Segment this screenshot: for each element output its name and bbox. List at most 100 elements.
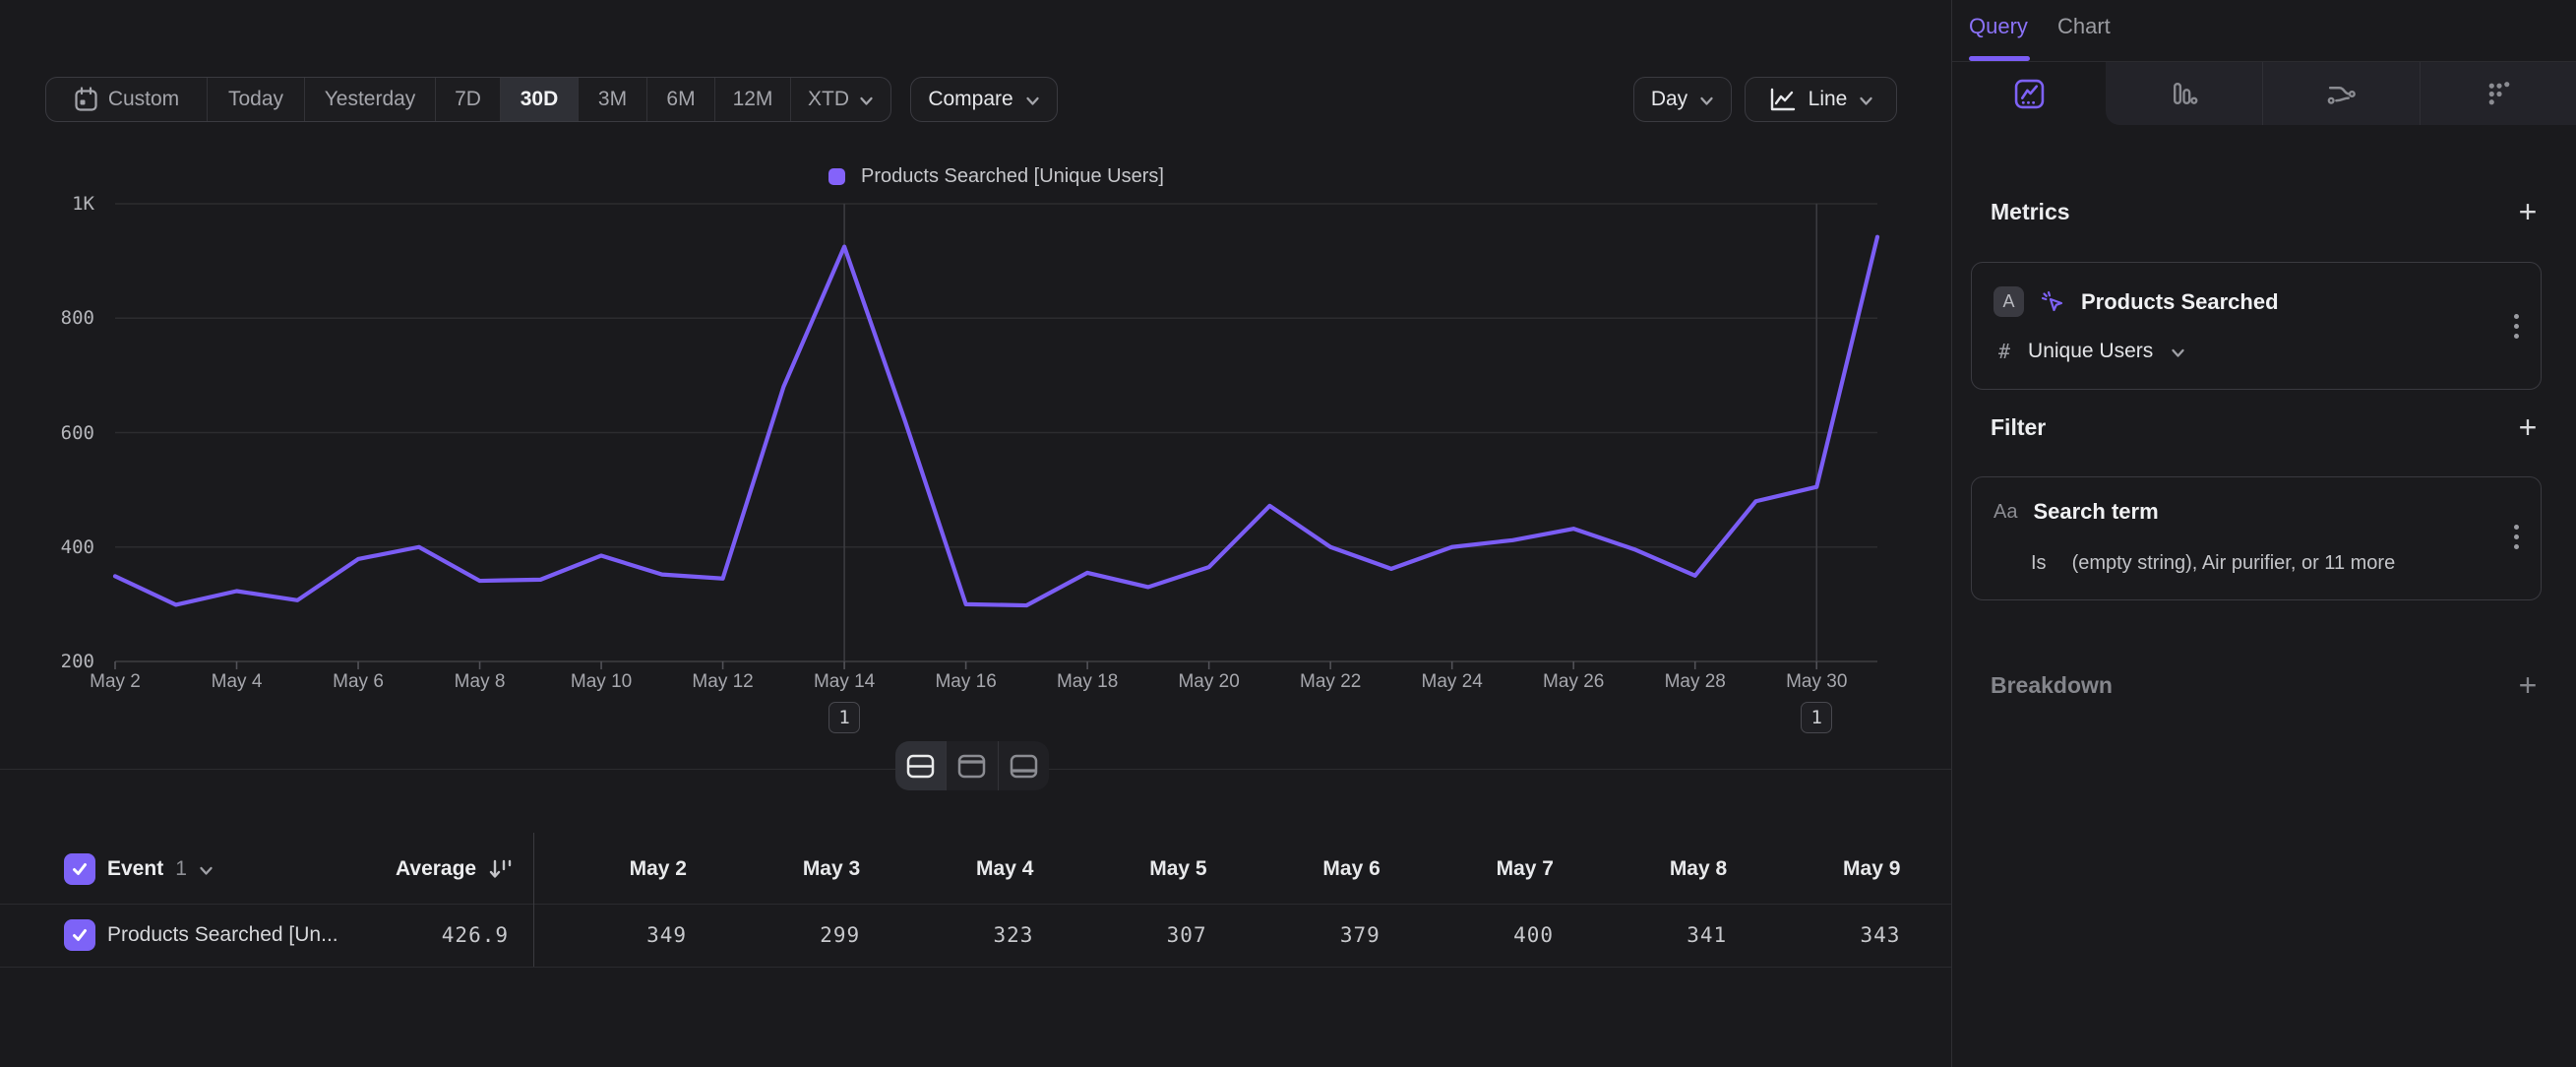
annotation-badge[interactable]: 1 bbox=[828, 702, 860, 733]
metric-card[interactable]: A Products Searched # Unique Users bbox=[1971, 262, 2542, 390]
y-axis-tick-label: 600 bbox=[35, 422, 94, 444]
row-name[interactable]: Products Searched [Un... bbox=[107, 904, 338, 967]
filter-menu-kebab-icon[interactable] bbox=[2514, 525, 2519, 549]
insights-line-chart-icon bbox=[2014, 79, 2045, 109]
y-axis-tick-label: 1K bbox=[35, 193, 94, 215]
calendar-icon bbox=[74, 87, 98, 112]
check-icon bbox=[70, 925, 90, 945]
date-range-12m[interactable]: 12M bbox=[715, 78, 791, 121]
filter-value[interactable]: (empty string), Air purifier, or 11 more bbox=[2072, 552, 2396, 575]
chart-type-label: Line bbox=[1809, 88, 1848, 111]
x-axis-tick-label: May 10 bbox=[542, 671, 660, 693]
date-column-header: May 8 bbox=[1573, 835, 1727, 904]
metric-menu-kebab-icon[interactable] bbox=[2514, 314, 2519, 339]
filter-operator[interactable]: Is bbox=[2031, 552, 2047, 575]
funnel-dots-icon bbox=[2484, 79, 2514, 109]
date-range-label: Today bbox=[228, 88, 283, 111]
x-axis-tick-label: May 16 bbox=[907, 671, 1025, 693]
date-column-value: 400 bbox=[1400, 904, 1554, 967]
event-spark-cursor-icon bbox=[2040, 289, 2065, 315]
date-column-header: May 9 bbox=[1747, 835, 1900, 904]
select-all-checkbox[interactable] bbox=[64, 853, 95, 885]
date-range-label: 7D bbox=[455, 88, 481, 111]
layout-split-icon bbox=[906, 754, 935, 779]
compare-label: Compare bbox=[928, 88, 1012, 111]
row-average-value: 426.9 bbox=[325, 904, 509, 967]
aggregation-selector[interactable]: Unique Users bbox=[2028, 340, 2153, 363]
x-axis-tick-label: May 4 bbox=[178, 671, 296, 693]
tab-chart[interactable]: Chart bbox=[2057, 14, 2111, 39]
aggregation-symbol: # bbox=[1998, 340, 2010, 363]
row-checkbox[interactable] bbox=[64, 919, 95, 951]
granularity-dropdown[interactable]: Day bbox=[1633, 77, 1732, 122]
y-axis-tick-label: 800 bbox=[35, 307, 94, 329]
chart-type-dropdown[interactable]: Line bbox=[1745, 77, 1897, 122]
date-column-header: May 2 bbox=[533, 835, 687, 904]
date-range-segmented-control: Custom Today Yesterday 7D 30D 3M 6M12MXTD bbox=[45, 77, 891, 122]
date-column-header: May 7 bbox=[1400, 835, 1554, 904]
date-range-today[interactable]: Today bbox=[208, 78, 305, 121]
date-range-xtd[interactable]: XTD bbox=[791, 78, 890, 121]
average-column-header[interactable]: Average bbox=[396, 835, 514, 904]
chevron-down-icon bbox=[859, 95, 874, 106]
compare-button[interactable]: Compare bbox=[910, 77, 1058, 122]
x-axis-tick-label: May 24 bbox=[1393, 671, 1511, 693]
x-axis-tick-label: May 20 bbox=[1150, 671, 1268, 693]
date-column-header: May 5 bbox=[1054, 835, 1207, 904]
y-axis-tick-label: 400 bbox=[35, 536, 94, 558]
x-axis-tick-label: May 14 bbox=[785, 671, 903, 693]
chart-type-tab-bar[interactable] bbox=[2106, 62, 2263, 125]
main-area: Custom Today Yesterday 7D 30D 3M 6M12MXTD Comp… bbox=[0, 0, 1951, 1067]
layout-split-button[interactable] bbox=[895, 741, 947, 790]
chevron-down-icon bbox=[1025, 95, 1040, 106]
layout-chart-only-button[interactable] bbox=[947, 741, 998, 790]
date-range-7d[interactable]: 7D bbox=[436, 78, 501, 121]
date-range-label: 3M bbox=[598, 88, 627, 111]
chevron-down-icon bbox=[199, 865, 214, 876]
line-chart-icon bbox=[1768, 87, 1797, 113]
date-column-value: 379 bbox=[1227, 904, 1380, 967]
date-range-30d[interactable]: 30D bbox=[501, 78, 579, 121]
filter-card[interactable]: Aa Search term Is (empty string), Air pu… bbox=[1971, 476, 2542, 600]
query-panel: Query Chart bbox=[1951, 0, 2576, 1067]
event-count: 1 bbox=[175, 857, 187, 881]
date-column-value: 299 bbox=[706, 904, 860, 967]
active-tab-underline bbox=[1969, 56, 2030, 61]
x-axis-tick-label: May 28 bbox=[1636, 671, 1754, 693]
x-axis-tick-label: May 18 bbox=[1028, 671, 1146, 693]
x-axis-tick-label: May 26 bbox=[1514, 671, 1632, 693]
date-range-yesterday[interactable]: Yesterday bbox=[305, 78, 436, 121]
date-column-header: May 4 bbox=[880, 835, 1033, 904]
date-range-3m[interactable]: 3M bbox=[579, 78, 647, 121]
x-axis-tick-label: May 6 bbox=[299, 671, 417, 693]
chart-type-tab-flow[interactable] bbox=[2263, 62, 2421, 125]
average-label: Average bbox=[396, 857, 476, 881]
y-axis-tick-label: 200 bbox=[35, 651, 94, 672]
date-range-label: 30D bbox=[521, 88, 559, 111]
chevron-down-icon bbox=[1859, 95, 1873, 106]
chart-type-tab-funnel[interactable] bbox=[2421, 62, 2576, 125]
chart-type-tab-strip bbox=[2106, 62, 2576, 125]
tab-query[interactable]: Query bbox=[1969, 14, 2028, 39]
metric-name: Products Searched bbox=[2081, 289, 2279, 315]
series-line[interactable] bbox=[115, 237, 1877, 605]
date-range-custom[interactable]: Custom bbox=[46, 78, 208, 121]
add-filter-button[interactable]: + bbox=[2513, 409, 2543, 446]
annotation-badge[interactable]: 1 bbox=[1801, 702, 1832, 733]
date-column-value: 341 bbox=[1573, 904, 1727, 967]
chart-legend[interactable]: Products Searched [Unique Users] bbox=[115, 163, 1877, 189]
bar-chart-icon bbox=[2169, 79, 2199, 109]
date-range-6m[interactable]: 6M bbox=[647, 78, 715, 121]
add-breakdown-button[interactable]: + bbox=[2513, 667, 2543, 704]
chart-type-tab-insights[interactable] bbox=[1952, 62, 2106, 125]
layout-toggle bbox=[895, 741, 1049, 790]
sort-descending-icon bbox=[488, 857, 514, 881]
granularity-label: Day bbox=[1651, 88, 1687, 111]
check-icon bbox=[70, 859, 90, 879]
event-column-header[interactable]: Event 1 bbox=[107, 835, 214, 904]
event-label: Event bbox=[107, 857, 163, 881]
add-metric-button[interactable]: + bbox=[2513, 194, 2543, 230]
date-column-header: May 3 bbox=[706, 835, 860, 904]
table-row-divider bbox=[0, 967, 1951, 968]
layout-table-only-button[interactable] bbox=[999, 741, 1049, 790]
